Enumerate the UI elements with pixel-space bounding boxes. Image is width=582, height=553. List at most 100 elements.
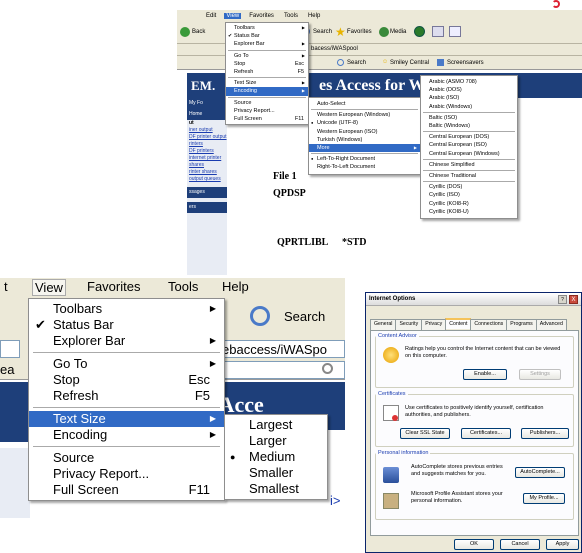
menu-item-chinese-simplified[interactable]: Chinese Simplified — [421, 161, 517, 169]
menu-item-central-european-iso[interactable]: Central European (ISO) — [421, 141, 517, 149]
menu-item-explorer-bar[interactable]: Explorer Bar ▶ — [226, 40, 308, 48]
menu-item-cyrillic-iso[interactable]: Cyrillic (ISO) — [421, 191, 517, 199]
menu-item-baltic-windows[interactable]: Baltic (Windows) — [421, 122, 517, 130]
menu-item-refresh[interactable]: Refresh F5 — [29, 388, 224, 404]
menu-tools[interactable]: Tools — [282, 13, 300, 19]
nav-item[interactable]: iner output — [187, 127, 227, 134]
menu-item-toolbars[interactable]: Toolbars ▶ — [29, 301, 224, 317]
menu-view[interactable]: View — [32, 279, 66, 296]
menu-help[interactable]: Help — [306, 13, 322, 19]
menu-item-larger[interactable]: Larger — [225, 433, 327, 449]
nav-item[interactable]: My Fo — [187, 98, 227, 109]
menu-edit[interactable]: t — [4, 279, 8, 294]
tab-general[interactable]: General — [370, 319, 397, 330]
menu-item-turkish-windows[interactable]: Turkish (Windows) — [309, 136, 420, 144]
menu-item-central-european-windows[interactable]: Central European (Windows) — [421, 150, 517, 158]
search-icon[interactable] — [322, 363, 333, 374]
menu-item-text-size[interactable]: Text Size ▶ — [29, 411, 224, 427]
tab-privacy[interactable]: Privacy — [421, 319, 447, 330]
menu-item-auto-select[interactable]: Auto-Select — [309, 100, 420, 108]
tab-programs[interactable]: Programs — [506, 319, 537, 330]
nav-item[interactable]: rinter shares — [187, 169, 227, 176]
tab-advanced[interactable]: Advanced — [535, 319, 567, 330]
nav-item[interactable]: DF printers — [187, 148, 227, 155]
nav-item[interactable]: ssages — [187, 187, 227, 198]
menu-item-cyrillic-dos[interactable]: Cyrillic (DOS) — [421, 183, 517, 191]
mail-icon[interactable] — [432, 26, 444, 37]
tab-content[interactable]: Content — [445, 318, 472, 329]
links-screensavers[interactable]: Screensavers — [447, 60, 484, 66]
menu-item-source[interactable]: Source — [226, 99, 308, 107]
menu-item-right-to-left-document[interactable]: Right-To-Left Document — [309, 163, 420, 171]
favorites-label[interactable]: Favorites — [347, 29, 372, 35]
nav-item[interactable]: internet printer shares — [187, 155, 227, 169]
menu-item-encoding[interactable]: Encoding ▶ — [29, 427, 224, 443]
print-icon[interactable] — [449, 26, 461, 37]
help-button[interactable]: ? — [558, 295, 567, 304]
menu-item-explorer-bar[interactable]: Explorer Bar ▶ — [29, 333, 224, 349]
links-search[interactable]: Search — [347, 60, 366, 66]
menu-item-cyrillic-koi8-u[interactable]: Cyrillic (KOI8-U) — [421, 208, 517, 216]
nav-item[interactable]: ers — [187, 202, 227, 213]
menu-item-full-screen[interactable]: Full Screen F11 — [226, 115, 308, 123]
nav-item[interactable]: output queues — [187, 176, 227, 183]
nav-item[interactable]: DF printer output — [187, 134, 227, 141]
menu-item-privacy-report[interactable]: Privacy Report... — [29, 466, 224, 482]
menu-help[interactable]: Help — [222, 279, 249, 294]
menu-item-arabic-iso[interactable]: Arabic (ISO) — [421, 94, 517, 102]
menu-item-baltic-iso[interactable]: Baltic (ISO) — [421, 114, 517, 122]
ok-button[interactable]: OK — [454, 539, 494, 550]
menu-edit[interactable]: Edit — [204, 13, 218, 19]
menu-item-medium[interactable]: ● Medium — [225, 449, 327, 465]
menu-item-smaller[interactable]: Smaller — [225, 465, 327, 481]
menu-item-status-bar[interactable]: ✔ Status Bar — [29, 317, 224, 333]
favorites-icon[interactable]: ★ — [335, 25, 346, 39]
menu-item-unicode-utf-8[interactable]: ● Unicode (UTF-8) — [309, 119, 420, 127]
history-icon[interactable] — [414, 26, 425, 37]
address-field[interactable]: ebaccess/iWASpo — [222, 342, 327, 357]
menu-item-status-bar[interactable]: ✔ Status Bar — [226, 32, 308, 40]
media-label[interactable]: Media — [390, 29, 406, 35]
menu-item-largest[interactable]: Largest — [225, 417, 327, 433]
tab-security[interactable]: Security — [395, 319, 423, 330]
menu-item-arabic-asmo-708[interactable]: Arabic (ASMO 708) — [421, 78, 517, 86]
search-label[interactable]: Search — [313, 29, 332, 35]
back-label[interactable]: Back — [192, 29, 205, 35]
settings-button[interactable]: Settings — [519, 369, 561, 380]
menu-item-privacy-report[interactable]: Privacy Report... — [226, 107, 308, 115]
close-button[interactable]: X — [569, 295, 578, 304]
publishers-button[interactable]: Publishers... — [521, 428, 569, 439]
nav-item[interactable]: Home — [187, 109, 227, 120]
cancel-button[interactable]: Cancel — [500, 539, 540, 550]
menu-favorites[interactable]: Favorites — [87, 279, 140, 294]
menu-item-arabic-windows[interactable]: Arabic (Windows) — [421, 103, 517, 111]
autocomplete-button[interactable]: AutoComplete... — [515, 467, 565, 478]
menu-item-full-screen[interactable]: Full Screen F11 — [29, 482, 224, 498]
menu-tools[interactable]: Tools — [168, 279, 198, 294]
links-smiley[interactable]: Smiley Central — [390, 60, 429, 66]
menu-item-text-size[interactable]: Text Size ▶ — [226, 79, 308, 87]
menu-item-left-to-right-document[interactable]: ● Left-To-Right Document — [309, 155, 420, 163]
address-field[interactable]: bacess/iWASpool — [311, 46, 358, 52]
menu-item-encoding[interactable]: Encoding ▶ — [226, 87, 308, 96]
certificates-button[interactable]: Certificates... — [461, 428, 511, 439]
tab-connections[interactable]: Connections — [470, 319, 508, 330]
media-icon[interactable] — [379, 27, 389, 37]
menu-item-chinese-traditional[interactable]: Chinese Traditional — [421, 172, 517, 180]
apply-button[interactable]: Apply — [546, 539, 579, 550]
menu-favorites[interactable]: Favorites — [247, 13, 276, 19]
menu-item-arabic-dos[interactable]: Arabic (DOS) — [421, 86, 517, 94]
search-label[interactable]: Search — [284, 309, 325, 324]
menu-item-central-european-dos[interactable]: Central European (DOS) — [421, 133, 517, 141]
clear-ssl-button[interactable]: Clear SSL State — [400, 428, 450, 439]
nav-item[interactable]: rinters — [187, 141, 227, 148]
menu-item-smallest[interactable]: Smallest — [225, 481, 327, 497]
search-icon[interactable] — [250, 306, 270, 326]
menu-item-western-european-iso[interactable]: Western European (ISO) — [309, 128, 420, 136]
menu-item-source[interactable]: Source — [29, 450, 224, 466]
menu-item-stop[interactable]: Stop Esc — [226, 60, 308, 68]
my-profile-button[interactable]: My Profile... — [523, 493, 565, 504]
back-icon[interactable] — [180, 27, 190, 37]
menu-item-toolbars[interactable]: Toolbars ▶ — [226, 24, 308, 32]
menu-item-more[interactable]: More ▶ — [309, 144, 420, 153]
